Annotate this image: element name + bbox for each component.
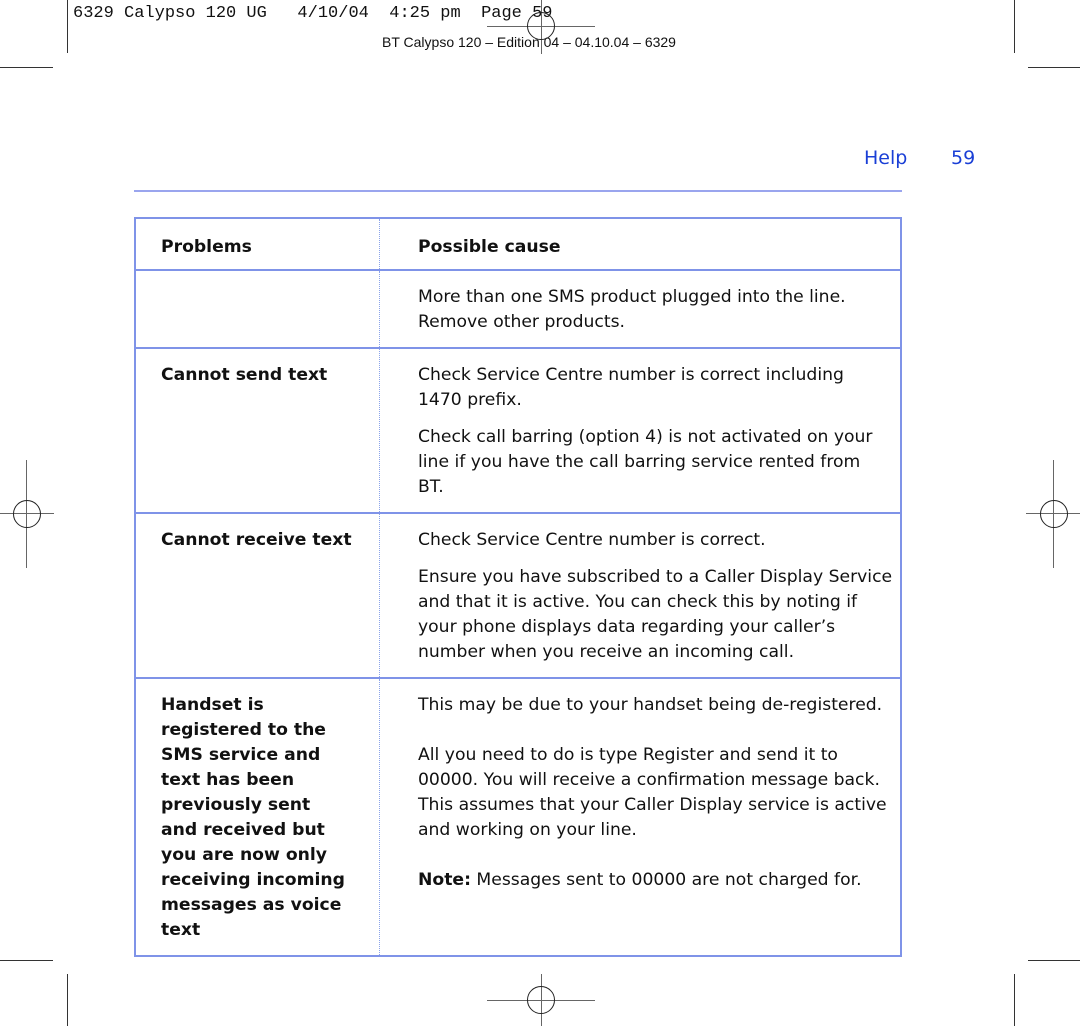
problem-cell: Cannot send text: [135, 348, 380, 513]
note-text: Messages sent to 00000 are not charged f…: [470, 870, 862, 890]
cause-text: This may be due to your handset being de…: [418, 695, 883, 715]
registration-mark-right: [1026, 460, 1080, 568]
note-label: Note:: [418, 870, 471, 890]
cause-text: Check Service Centre number is correct i…: [418, 365, 844, 410]
table-row: More than one SMS product plugged into t…: [135, 270, 901, 348]
header-rule: [134, 190, 902, 192]
cause-text: Check Service Centre number is correct.: [418, 530, 766, 550]
problem-cell: Cannot receive text: [135, 513, 380, 678]
table-row: Handset is registered to the SMS service…: [135, 678, 901, 956]
problem-cell: Handset is registered to the SMS service…: [135, 678, 380, 956]
registration-mark-top: [487, 0, 595, 54]
crop-mark-top-left-h: [0, 67, 53, 68]
cause-text: All you need to do is type Register and …: [418, 745, 887, 840]
table-row: Cannot send text Check Service Centre nu…: [135, 348, 901, 513]
crop-mark-bottom-left-v: [67, 974, 68, 1026]
crop-mark-top-right-h: [1028, 67, 1080, 68]
cause-cell: More than one SMS product plugged into t…: [380, 270, 902, 348]
problem-cell: [135, 270, 380, 348]
cause-text: Check call barring (option 4) is not act…: [418, 427, 873, 497]
column-header-possible-cause: Possible cause: [418, 237, 561, 257]
registration-mark-left: [0, 460, 54, 568]
table-row: Cannot receive text Check Service Centre…: [135, 513, 901, 678]
column-header-problems: Problems: [135, 218, 380, 270]
page-number: 59: [951, 147, 976, 169]
troubleshooting-table: Problems Possible cause More than one SM…: [134, 217, 902, 957]
crop-mark-top-right-v: [1014, 0, 1015, 53]
table-header-row: Problems Possible cause: [135, 218, 901, 270]
cause-text: More than one SMS product plugged into t…: [418, 287, 846, 332]
section-title: Help: [864, 147, 908, 169]
note: Note: Messages sent to 00000 are not cha…: [418, 868, 894, 893]
cause-cell: Check Service Centre number is correct i…: [380, 348, 902, 513]
cause-text: Ensure you have subscribed to a Caller D…: [418, 567, 893, 662]
print-slug: 6329 Calypso 120 UG 4/10/04 4:25 pm Page…: [73, 4, 553, 23]
crop-mark-top-left-v: [67, 0, 68, 53]
crop-mark-bottom-left-h: [0, 960, 53, 961]
cause-cell: This may be due to your handset being de…: [380, 678, 902, 956]
crop-mark-bottom-right-h: [1028, 960, 1080, 961]
cause-cell: Check Service Centre number is correct. …: [380, 513, 902, 678]
registration-mark-bottom: [487, 974, 595, 1026]
crop-mark-bottom-right-v: [1014, 974, 1015, 1026]
